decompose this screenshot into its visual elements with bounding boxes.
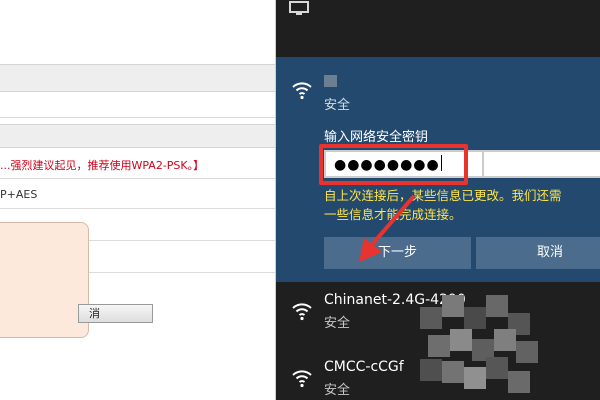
network-security-status: 安全 bbox=[324, 316, 351, 331]
wifi-icon bbox=[290, 299, 314, 323]
connection-info-text: 自上次连接后，某些信息已更改。我们还需 一些信息才能完成连接。 bbox=[324, 188, 562, 222]
annotation-highlight-box bbox=[319, 144, 468, 185]
router-divider bbox=[0, 117, 275, 118]
wifi-icon bbox=[290, 366, 314, 390]
cancel-button[interactable]: 取消 bbox=[476, 237, 600, 269]
wifi-icon bbox=[290, 78, 314, 102]
router-divider bbox=[0, 178, 275, 179]
router-section-band bbox=[0, 124, 275, 148]
router-admin-page: ...强烈建议起见，推荐使用WPA2-PSK。】 P+AES 消 bbox=[0, 0, 282, 400]
selected-network-panel[interactable]: 安全 输入网络安全密钥 ●●●●●●●● 自上次连接后，某些信息已更改。我们还需… bbox=[276, 57, 600, 282]
network-name: CMCC-cCGf bbox=[324, 359, 404, 375]
next-button[interactable]: 下一步 bbox=[324, 237, 471, 269]
security-warning-text: ...强烈建议起见，推荐使用WPA2-PSK。】 bbox=[0, 159, 205, 172]
pixelated-redaction bbox=[420, 295, 550, 400]
password-label: 输入网络安全密钥 bbox=[324, 130, 429, 145]
router-cancel-button[interactable]: 消 bbox=[78, 304, 153, 323]
network-top-icon bbox=[288, 0, 310, 22]
encryption-value: P+AES bbox=[0, 188, 38, 201]
network-security-status: 安全 bbox=[324, 383, 351, 398]
router-tooltip bbox=[0, 222, 89, 338]
network-flyout: 安全 输入网络安全密钥 ●●●●●●●● 自上次连接后，某些信息已更改。我们还需… bbox=[276, 0, 600, 400]
network-name-redacted bbox=[324, 75, 337, 87]
flyout-top bbox=[276, 0, 600, 46]
router-header-band bbox=[0, 64, 275, 92]
network-security-status: 安全 bbox=[324, 98, 351, 113]
password-field-extension[interactable] bbox=[484, 150, 600, 178]
router-divider bbox=[0, 208, 275, 209]
